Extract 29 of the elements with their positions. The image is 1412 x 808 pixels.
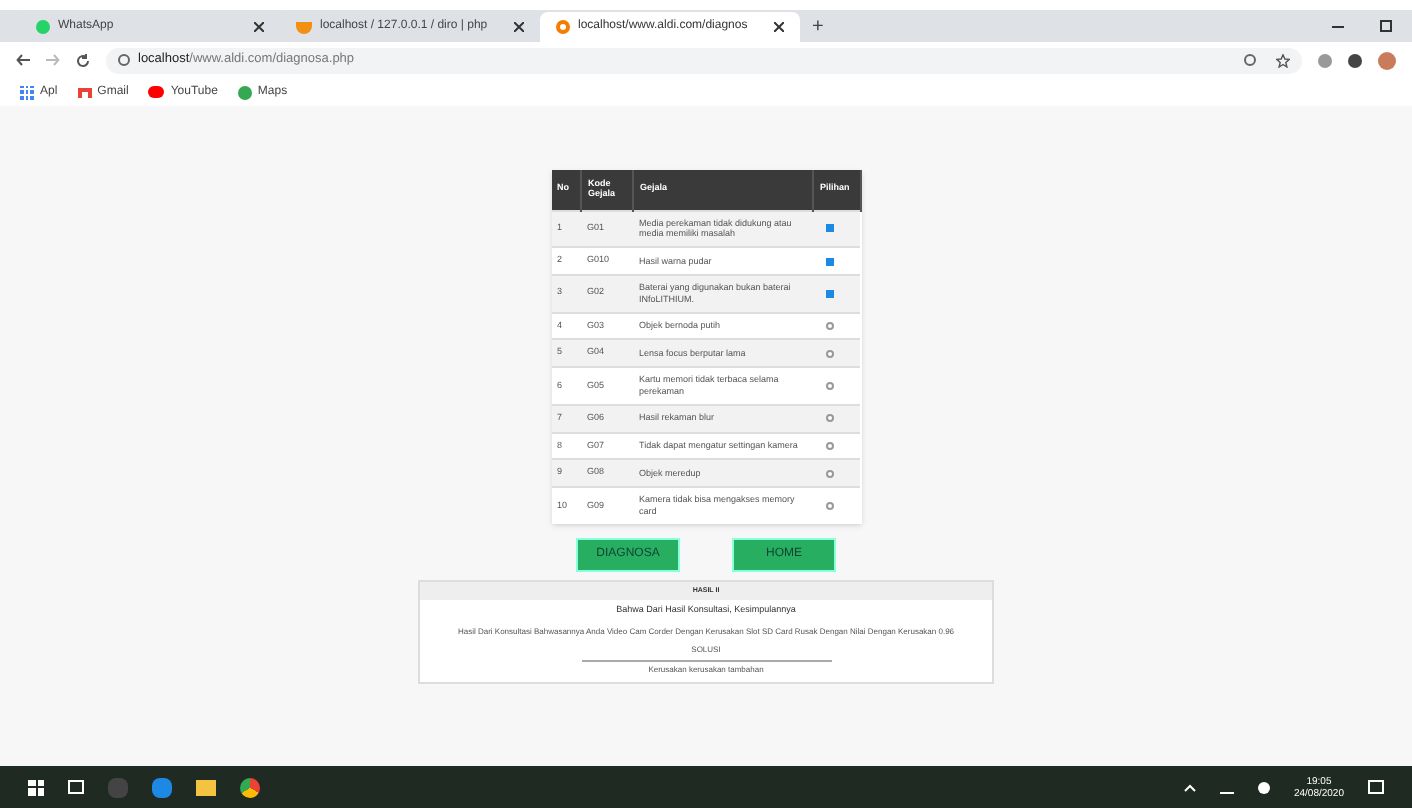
reload-icon[interactable]	[76, 53, 90, 67]
grid-icon	[20, 85, 34, 99]
app-icon[interactable]	[152, 777, 172, 797]
page-icon	[556, 20, 570, 34]
caret-icon[interactable]	[1183, 783, 1196, 791]
checkbox[interactable]	[825, 469, 833, 478]
browser-icon[interactable]	[240, 777, 260, 797]
task-view-icon[interactable]	[68, 780, 84, 794]
close-icon[interactable]	[514, 22, 524, 32]
checkbox[interactable]	[825, 381, 833, 390]
checkbox[interactable]	[825, 414, 833, 423]
minimize-icon[interactable]	[1332, 25, 1344, 27]
mail-icon	[77, 87, 92, 97]
folder-icon[interactable]	[196, 779, 216, 795]
new-tab-button[interactable]: +	[800, 11, 836, 41]
close-icon[interactable]	[254, 22, 264, 32]
close-icon[interactable]	[774, 22, 784, 32]
avatar-icon[interactable]	[1378, 51, 1396, 69]
checkbox[interactable]	[825, 501, 833, 510]
checkbox[interactable]	[825, 289, 833, 298]
back-icon[interactable]	[16, 54, 30, 66]
windows-icon[interactable]	[28, 779, 44, 795]
checkbox[interactable]	[825, 224, 833, 233]
checkbox[interactable]	[825, 322, 833, 330]
star-icon[interactable]	[1276, 53, 1290, 67]
checkbox[interactable]	[825, 349, 833, 358]
checkbox[interactable]	[825, 441, 833, 450]
checkbox[interactable]	[825, 257, 833, 266]
restore-icon[interactable]	[1380, 20, 1392, 32]
